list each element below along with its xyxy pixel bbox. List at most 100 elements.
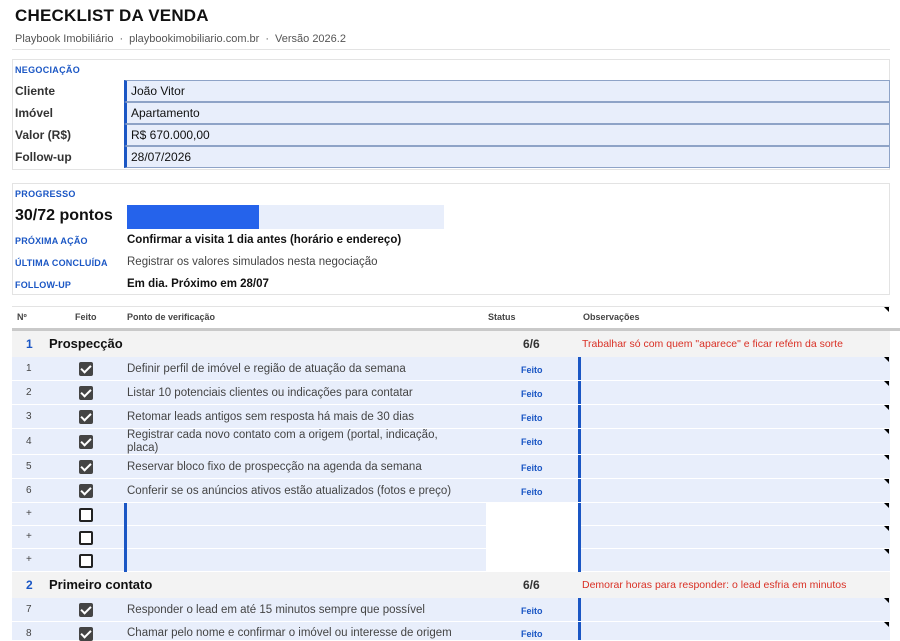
obs-cell-marker bbox=[578, 405, 581, 428]
col-header-num: Nº bbox=[17, 312, 27, 322]
table-row[interactable]: 7 Responder o lead em até 15 minutos sem… bbox=[12, 598, 890, 622]
item-cell-marker bbox=[124, 526, 127, 549]
comment-corner-icon[interactable] bbox=[884, 429, 889, 434]
obs-cell-marker bbox=[578, 549, 581, 572]
comment-corner-icon[interactable] bbox=[884, 622, 889, 627]
col-header-ponto: Ponto de verificação bbox=[127, 312, 216, 322]
status-badge[interactable]: Feito bbox=[521, 365, 543, 375]
comment-corner-icon[interactable] bbox=[884, 549, 889, 554]
table-row[interactable]: 5 Reservar bloco fixo de prospecção na a… bbox=[12, 455, 890, 479]
obs-cell-marker bbox=[578, 429, 581, 454]
item-text[interactable]: Chamar pelo nome e confirmar o imóvel ou… bbox=[127, 627, 462, 640]
table-row[interactable]: 6 Conferir se os anúncios ativos estão a… bbox=[12, 479, 890, 503]
item-text[interactable]: Retomar leads antigos sem resposta há ma… bbox=[127, 411, 462, 424]
ultima-concluida-value: Registrar os valores simulados nesta neg… bbox=[127, 256, 378, 268]
comment-corner-icon[interactable] bbox=[884, 455, 889, 460]
group-row-primeiro-contato[interactable]: 2 Primeiro contato 6/6 Demorar horas par… bbox=[12, 572, 890, 598]
row-number: 7 bbox=[26, 604, 32, 615]
obs-cell-marker bbox=[578, 526, 581, 549]
site-link[interactable]: playbookimobiliario.com.br bbox=[129, 33, 259, 45]
add-row-marker: + bbox=[26, 508, 32, 519]
followup-label: FOLLOW-UP bbox=[15, 280, 72, 290]
add-row-marker: + bbox=[26, 554, 32, 565]
col-header-status: Status bbox=[488, 312, 516, 322]
brand-name: Playbook Imobiliário bbox=[15, 33, 114, 45]
group-name: Primeiro contato bbox=[49, 577, 153, 592]
row-number: 5 bbox=[26, 461, 32, 472]
item-text[interactable]: Registrar cada novo contato com a origem… bbox=[127, 429, 462, 455]
proxima-acao-label: PRÓXIMA AÇÃO bbox=[15, 236, 88, 246]
comment-corner-icon[interactable] bbox=[884, 357, 889, 362]
item-text[interactable]: Listar 10 potenciais clientes ou indicaç… bbox=[127, 387, 462, 400]
followup-input[interactable]: 28/07/2026 bbox=[124, 146, 890, 168]
checkbox-checked-icon[interactable] bbox=[79, 362, 93, 376]
points-total: 30/72 pontos bbox=[15, 207, 113, 224]
followup-value: Em dia. Próximo em 28/07 bbox=[127, 278, 269, 290]
cliente-input[interactable]: João Vitor bbox=[124, 80, 890, 102]
table-row[interactable]: 3 Retomar leads antigos sem resposta há … bbox=[12, 405, 890, 429]
empty-row[interactable]: + bbox=[12, 503, 890, 526]
comment-corner-icon[interactable] bbox=[884, 405, 889, 410]
item-cell-marker bbox=[124, 549, 127, 572]
add-row-marker: + bbox=[26, 531, 32, 542]
row-number: 4 bbox=[26, 436, 32, 447]
group-score: 6/6 bbox=[523, 578, 540, 592]
status-badge[interactable]: Feito bbox=[521, 463, 543, 473]
field-label: Valor (R$) bbox=[15, 128, 72, 142]
status-badge[interactable]: Feito bbox=[521, 606, 543, 616]
table-row[interactable]: 1 Definir perfil de imóvel e região de a… bbox=[12, 357, 890, 381]
comment-corner-icon[interactable] bbox=[884, 381, 889, 386]
progress-bar-fill bbox=[127, 205, 260, 229]
checkbox-empty-icon[interactable] bbox=[79, 508, 93, 522]
table-row[interactable]: 8 Chamar pelo nome e confirmar o imóvel … bbox=[12, 622, 890, 641]
status-cell-empty[interactable] bbox=[486, 549, 578, 572]
field-valor: Valor (R$) R$ 670.000,00 bbox=[12, 124, 890, 146]
row-number: 2 bbox=[26, 387, 32, 398]
status-cell-empty[interactable] bbox=[486, 503, 578, 526]
empty-row[interactable]: + bbox=[12, 549, 890, 572]
group-name: Prospecção bbox=[49, 336, 123, 351]
status-badge[interactable]: Feito bbox=[521, 413, 543, 423]
status-badge[interactable]: Feito bbox=[521, 389, 543, 399]
comment-corner-icon[interactable] bbox=[884, 526, 889, 531]
comment-corner-icon[interactable] bbox=[884, 598, 889, 603]
checkbox-checked-icon[interactable] bbox=[79, 386, 93, 400]
checkbox-checked-icon[interactable] bbox=[79, 627, 93, 641]
separator: · bbox=[265, 33, 270, 45]
checkbox-checked-icon[interactable] bbox=[79, 603, 93, 617]
item-text[interactable]: Reservar bloco fixo de prospecção na age… bbox=[127, 461, 462, 474]
checkbox-empty-icon[interactable] bbox=[79, 554, 93, 568]
comment-corner-icon[interactable] bbox=[884, 503, 889, 508]
empty-row[interactable]: + bbox=[12, 526, 890, 549]
field-label: Imóvel bbox=[15, 106, 54, 120]
checkbox-checked-icon[interactable] bbox=[79, 484, 93, 498]
field-followup: Follow-up 28/07/2026 bbox=[12, 146, 890, 168]
checkbox-checked-icon[interactable] bbox=[79, 410, 93, 424]
row-number: 6 bbox=[26, 485, 32, 496]
obs-cell-marker bbox=[578, 357, 581, 380]
item-text[interactable]: Definir perfil de imóvel e região de atu… bbox=[127, 363, 462, 376]
header-divider bbox=[12, 49, 890, 50]
comment-corner-icon[interactable] bbox=[884, 479, 889, 484]
obs-cell-marker bbox=[578, 598, 581, 621]
imovel-input[interactable]: Apartamento bbox=[124, 102, 890, 124]
separator: · bbox=[119, 33, 124, 45]
table-row[interactable]: 4 Registrar cada novo contato com a orig… bbox=[12, 429, 890, 455]
checkbox-checked-icon[interactable] bbox=[79, 460, 93, 474]
item-text[interactable]: Responder o lead em até 15 minutos sempr… bbox=[127, 604, 462, 617]
checkbox-empty-icon[interactable] bbox=[79, 531, 93, 545]
valor-input[interactable]: R$ 670.000,00 bbox=[124, 124, 890, 146]
proxima-acao-value: Confirmar a visita 1 dia antes (horário … bbox=[127, 234, 402, 246]
status-badge[interactable]: Feito bbox=[521, 487, 543, 497]
status-badge[interactable]: Feito bbox=[521, 629, 543, 639]
obs-cell-marker bbox=[578, 479, 581, 502]
status-cell-empty[interactable] bbox=[486, 526, 578, 549]
comment-corner-icon[interactable] bbox=[884, 307, 889, 312]
table-row[interactable]: 2 Listar 10 potenciais clientes ou indic… bbox=[12, 381, 890, 405]
obs-cell-marker bbox=[578, 381, 581, 404]
field-imovel: Imóvel Apartamento bbox=[12, 102, 890, 124]
item-text[interactable]: Conferir se os anúncios ativos estão atu… bbox=[127, 485, 462, 498]
checkbox-checked-icon[interactable] bbox=[79, 435, 93, 449]
group-row-prospeccao[interactable]: 1 Prospecção 6/6 Trabalhar só com quem "… bbox=[12, 331, 890, 357]
status-badge[interactable]: Feito bbox=[521, 437, 543, 447]
